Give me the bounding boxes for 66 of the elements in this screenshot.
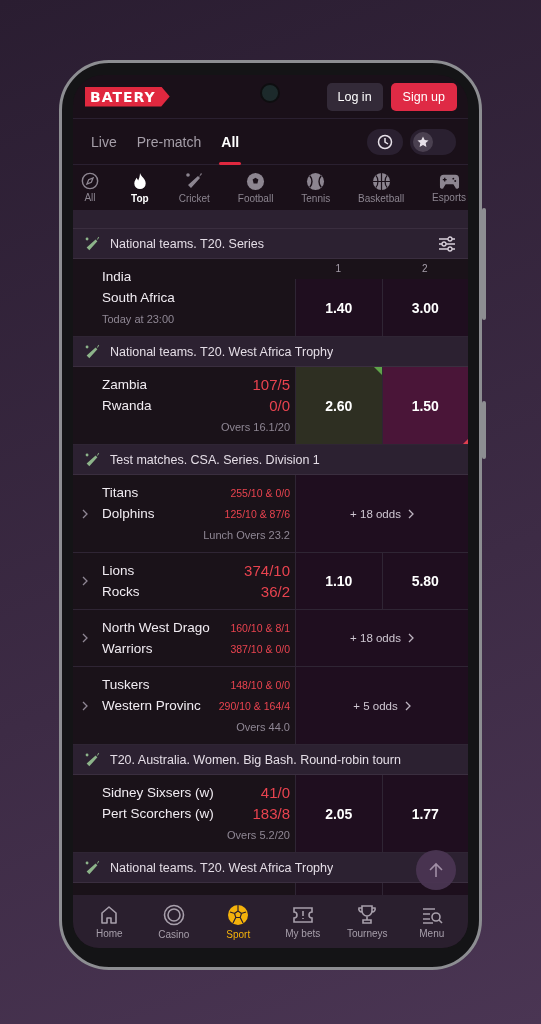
team-score: 374/10 (244, 562, 290, 579)
team-name: India (102, 269, 132, 284)
team-name: Sidney Sixsers (w) (102, 785, 214, 800)
tab[interactable]: All (211, 119, 250, 164)
sport-tab[interactable]: Esports (430, 165, 468, 210)
match-teams-cell[interactable]: Tuskers 148/10 & 0/0 Western Provinc 290/10 & 164/4 Overs 44.0 (73, 667, 295, 744)
nav-item[interactable]: Tourneys (335, 895, 400, 948)
match-teams-cell[interactable]: India South Africa Today at 23:00 (73, 259, 295, 336)
team-name: Tuskers (102, 677, 150, 692)
signup-button[interactable]: Sign up (390, 82, 457, 111)
match-status: Lunch Overs 23.2 (203, 528, 290, 541)
team-score: 107/5 (252, 376, 290, 393)
team-name: Zambia (102, 377, 147, 392)
match-teams-cell[interactable]: North West Drago 160/10 & 8/1 Warriors 387/10 & 0/0 (73, 610, 295, 666)
tab[interactable]: Pre-match (126, 119, 212, 164)
team-score: 183/8 (252, 805, 290, 822)
match-status: Overs 44.0 (236, 720, 290, 733)
match-status: Overs 16.1/20 (220, 420, 290, 433)
league-title: National teams. T20. Series (110, 236, 264, 251)
team-score: 290/10 & 164/4 (218, 699, 290, 712)
sport-tab[interactable]: Cricket (176, 165, 212, 210)
nav-item[interactable]: Home (77, 895, 142, 948)
nav-item[interactable]: My bets (270, 895, 335, 948)
login-button[interactable]: Log in (326, 82, 383, 111)
team-score: 160/10 & 8/1 (230, 621, 290, 634)
league-title: T20. Australia. Women. Big Bash. Round-robin tourn (110, 752, 401, 767)
team-score: 0/0 (269, 397, 290, 414)
odds-button[interactable]: 2.60 (295, 367, 382, 444)
team-name: North West Drago (102, 620, 210, 635)
nav-item[interactable]: Casino (141, 895, 206, 948)
team-score: 41/0 (260, 784, 290, 801)
team-score: 387/10 & 0/0 (230, 642, 290, 655)
match-status: Today at 23:00 (102, 312, 175, 325)
match-teams-cell[interactable]: Lions 374/10 Rocks 36/2 (73, 553, 295, 609)
sport-tab[interactable]: Tennis (299, 165, 333, 210)
team-score: 125/10 & 87/6 (224, 507, 290, 520)
team-score: 255/10 & 0/0 (230, 486, 290, 499)
match-teams-cell[interactable]: Sidney Sixsers (w) 41/0 Pert Scorchers (w) 183/8 Overs 5.2/20 (73, 775, 295, 852)
team-name: Western Provinc (102, 698, 201, 713)
team-name: Dolphins (102, 506, 155, 521)
nav-item[interactable]: Menu (399, 895, 464, 948)
match-status: Overs 5.2/20 (227, 828, 290, 841)
match-teams-cell[interactable]: Titans 255/10 & 0/0 Dolphins 125/10 & 87/6 Lunch Overs 23.2 (73, 475, 295, 552)
match-teams-cell[interactable]: Zambia 107/5 Rwanda 0/0 Overs 16.1/20 (73, 367, 295, 444)
team-score: 148/10 & 0/0 (230, 678, 290, 691)
sport-tab[interactable]: Football (235, 165, 276, 210)
sport-tab[interactable]: All (77, 165, 103, 210)
league-title: National teams. T20. West Africa Trophy (110, 344, 334, 359)
league-title: National teams. T20. West Africa Trophy (110, 860, 334, 875)
team-name: South Africa (102, 290, 175, 305)
column-label: 1 (334, 262, 343, 276)
sport-tab[interactable]: Basketball (356, 165, 407, 210)
team-name: Lions (102, 563, 135, 578)
team-name: Rwanda (102, 398, 152, 413)
brand-logo[interactable]: BATERY (85, 86, 170, 107)
league-title: Test matches. CSA. Series. Division 1 (110, 452, 320, 467)
nav-item[interactable]: Sport (206, 895, 271, 948)
team-name: Warriors (102, 641, 153, 656)
team-score: 36/2 (260, 583, 290, 600)
tab[interactable]: Live (81, 119, 127, 164)
team-name: Rocks (102, 584, 140, 599)
sport-tab[interactable]: Top (126, 165, 153, 210)
odds-button[interactable]: 1.50 (381, 367, 468, 444)
column-label: 2 (420, 262, 429, 276)
team-name: Pert Scorchers (w) (102, 806, 214, 821)
team-name: Titans (102, 485, 139, 500)
